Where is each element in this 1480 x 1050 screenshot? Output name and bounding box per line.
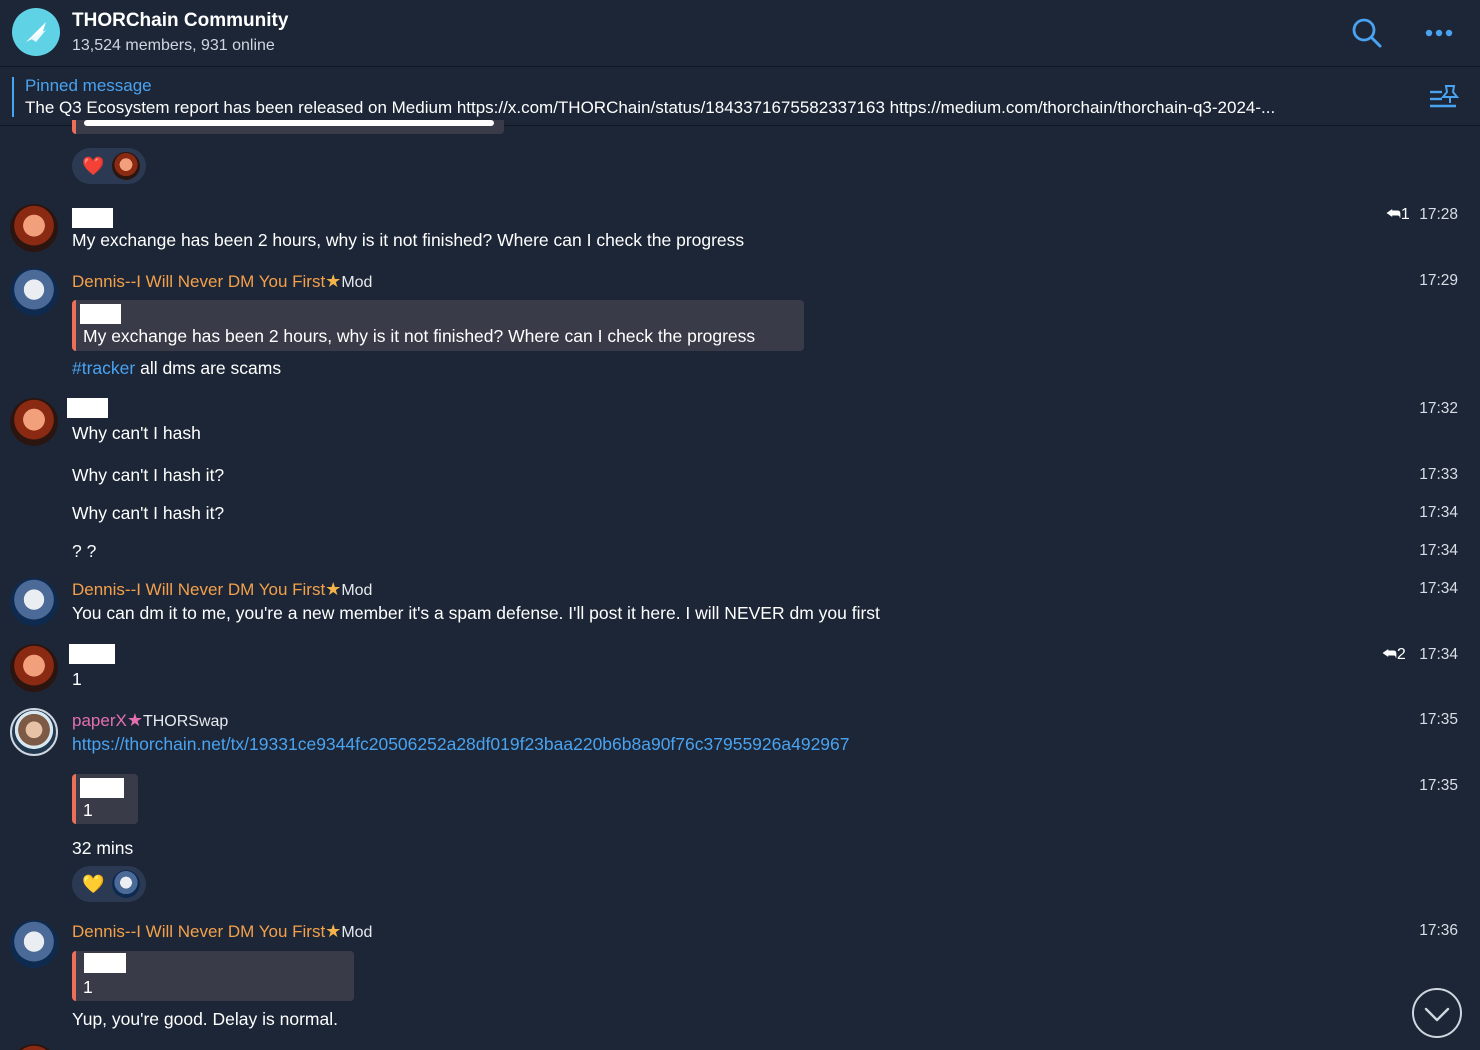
heart-icon: ❤️ [82, 156, 105, 176]
message-text: You can dm it to me, you're a new member… [72, 603, 880, 623]
message-text: 32 mins [72, 838, 134, 858]
avatar[interactable] [10, 204, 58, 252]
avatar[interactable] [10, 920, 58, 968]
redacted-username [84, 953, 126, 973]
message-text: 1 [72, 669, 82, 689]
thorchain-logo-icon [26, 22, 46, 42]
sender-line: paperX★THORSwap [72, 710, 228, 731]
transaction-link[interactable]: https://thorchain.net/tx/19331ce9344fc20… [72, 734, 850, 755]
search-icon[interactable] [1350, 16, 1384, 50]
redacted-username [80, 304, 121, 324]
avatar[interactable] [10, 268, 58, 316]
more-options-icon[interactable] [1422, 20, 1456, 46]
yellow-heart-icon: 💛 [82, 874, 105, 894]
avatar[interactable] [10, 708, 58, 756]
message-text: ? ? [72, 541, 97, 561]
avatar[interactable] [10, 398, 58, 446]
chevron-down-icon [1424, 1007, 1450, 1022]
pinned-text: The Q3 Ecosystem report has been release… [25, 98, 1276, 117]
message-time: 17:29 [1419, 272, 1458, 289]
pinned-message-bar[interactable]: Pinned message The Q3 Ecosystem report h… [0, 67, 1480, 126]
message-text: #tracker all dms are scams [72, 358, 282, 378]
star-icon: ★ [325, 579, 342, 599]
quote-text: My exchange has been 2 hours, why is it … [83, 326, 756, 346]
redacted-username [69, 644, 115, 664]
message-text: Why can't I hash [72, 423, 201, 443]
reactor-avatar [112, 870, 140, 898]
reply-quote[interactable]: 1 [72, 774, 138, 824]
scroll-to-bottom-button[interactable] [1412, 988, 1462, 1038]
group-avatar[interactable] [12, 8, 60, 56]
message-text: Yup, you're good. Delay is normal. [72, 1009, 338, 1029]
sender-name[interactable]: Dennis--I Will Never DM You First [72, 922, 325, 941]
redacted-username [72, 208, 113, 228]
avatar[interactable] [10, 1044, 58, 1050]
sender-line: Dennis--I Will Never DM You First★Mod [72, 579, 372, 600]
pinned-label: Pinned message [25, 76, 152, 95]
sender-name[interactable]: Dennis--I Will Never DM You First [72, 272, 325, 291]
message-time: 17:35 [1419, 711, 1458, 728]
chat-header: THORChain Community 13,524 members, 931 … [0, 0, 1480, 67]
message-list[interactable]: ❤️ My exchange has been 2 hours, why is … [0, 120, 1480, 1050]
hashtag-link[interactable]: #tracker [72, 358, 135, 378]
sender-role: Mod [341, 274, 373, 291]
message-time: 17:34 [1419, 580, 1458, 597]
sender-line: Dennis--I Will Never DM You First★Mod [72, 921, 372, 942]
reaction-yellow-heart[interactable]: 💛 [72, 866, 146, 902]
quote-text: 1 [83, 800, 93, 820]
sender-role: Mod [341, 582, 373, 599]
message-text: Why can't I hash it? [72, 465, 225, 485]
message-time: 17:28 [1419, 206, 1458, 223]
message-time: 17:34 [1419, 504, 1458, 521]
message-time: 17:34 [1419, 646, 1458, 663]
group-title[interactable]: THORChain Community [72, 10, 288, 32]
reply-quote[interactable]: 1 [72, 951, 354, 1001]
sender-name[interactable]: Dennis--I Will Never DM You First [72, 580, 325, 599]
reaction-heart[interactable]: ❤️ [72, 148, 146, 184]
redacted-username [67, 398, 108, 418]
sender-role: Mod [341, 924, 373, 941]
redacted-username [80, 778, 124, 798]
message-text: My exchange has been 2 hours, why is it … [72, 230, 745, 250]
pinned-indicator [12, 77, 14, 117]
sender-line: Dennis--I Will Never DM You First★Mod [72, 271, 372, 292]
message-time: 17:33 [1419, 466, 1458, 483]
message-time: 17:34 [1419, 542, 1458, 559]
message-time: 17:36 [1419, 922, 1458, 939]
reply-quote[interactable]: My exchange has been 2 hours, why is it … [72, 300, 804, 351]
sender-role: THORSwap [142, 713, 229, 730]
avatar[interactable] [10, 578, 58, 626]
reactor-avatar [112, 152, 140, 180]
message-time: 17:35 [1419, 777, 1458, 794]
telegram-chat-window: THORChain Community 13,524 members, 931 … [0, 0, 1480, 1050]
previous-message-quote [72, 120, 504, 134]
pinned-list-icon[interactable] [1428, 82, 1460, 110]
star-icon: ★ [325, 921, 342, 941]
star-icon: ★ [126, 710, 143, 730]
avatar[interactable] [10, 644, 58, 692]
redacted-block [84, 120, 494, 126]
sender-name[interactable]: paperX [72, 711, 127, 730]
star-icon: ★ [325, 271, 342, 291]
member-count: 13,524 members, 931 online [72, 37, 275, 54]
message-time: 17:32 [1419, 400, 1458, 417]
quote-text: 1 [83, 977, 93, 997]
message-text: Why can't I hash it? [72, 503, 225, 523]
